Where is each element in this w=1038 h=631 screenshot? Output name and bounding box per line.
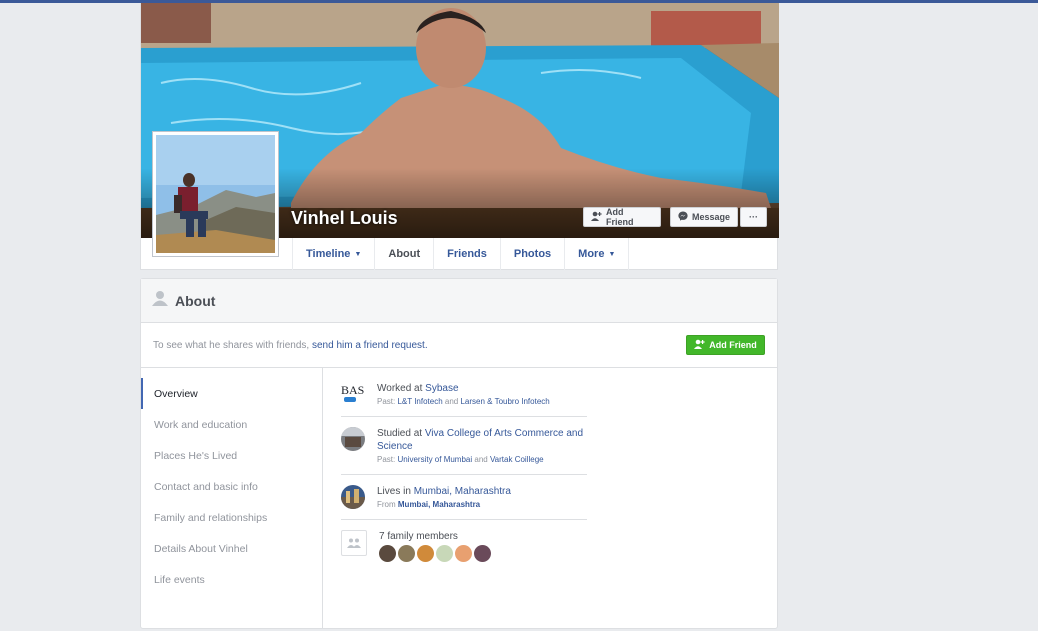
family-entry: 7 family members — [341, 530, 587, 572]
messenger-icon — [678, 211, 688, 223]
friend-request-notice: To see what he shares with friends, send… — [141, 323, 777, 368]
message-button[interactable]: Message — [670, 207, 738, 227]
tab-about[interactable]: About — [374, 238, 433, 270]
notice-text: To see what he shares with friends, send… — [153, 340, 428, 351]
family-avatars — [379, 545, 491, 562]
add-friend-label: Add Friend — [606, 207, 634, 227]
lives-prefix: Lives in — [377, 486, 414, 497]
about-title: About — [175, 292, 216, 309]
lives-entry: Lives in Mumbai, Maharashtra From Mumbai… — [341, 485, 587, 520]
family-count: 7 family members — [379, 531, 458, 542]
tab-label: Photos — [513, 248, 552, 260]
sidebar-item-work-education[interactable]: Work and education — [141, 409, 322, 440]
family-icon — [341, 530, 367, 556]
sidebar-item-details[interactable]: Details About Vinhel — [141, 533, 322, 564]
current-city-link[interactable]: Mumbai, Maharashtra — [414, 486, 511, 497]
past-work-link-2[interactable]: Larsen & Toubro Infotech — [460, 397, 549, 406]
person-icon — [152, 290, 168, 311]
add-friend-button-green[interactable]: Add Friend — [686, 335, 765, 355]
tab-label: About — [388, 248, 421, 260]
work-entry: BAS Worked at Sybase Past: L&T Infotech … — [341, 382, 587, 417]
notice-prefix: To see what he shares with friends, — [153, 339, 312, 351]
past-work-link-1[interactable]: L&T Infotech — [397, 397, 442, 406]
tab-more[interactable]: More ▼ — [564, 238, 630, 270]
profile-header: Vinhel Louis Add Friend Message ··· Time… — [140, 3, 779, 270]
avatar[interactable] — [379, 545, 396, 562]
tab-label: Timeline — [306, 248, 351, 260]
from-label: From — [377, 500, 398, 509]
add-friend-button[interactable]: Add Friend — [583, 207, 661, 227]
past-label: Past: — [377, 397, 398, 406]
work-company-link[interactable]: Sybase — [425, 383, 458, 394]
about-sidebar: Overview Work and education Places He's … — [141, 368, 323, 628]
tab-friends[interactable]: Friends — [433, 238, 500, 270]
past-label: Past: — [377, 455, 398, 464]
work-prefix: Worked at — [377, 383, 426, 394]
education-prefix: Studied at — [377, 428, 425, 439]
add-friend-label: Add Friend — [709, 340, 757, 350]
hometown-link[interactable]: Mumbai, Maharashtra — [398, 500, 480, 509]
sidebar-item-overview[interactable]: Overview — [141, 378, 322, 409]
avatar[interactable] — [417, 545, 434, 562]
company-logo-text: BAS — [341, 383, 364, 397]
profile-picture[interactable] — [152, 131, 279, 257]
avatar[interactable] — [455, 545, 472, 562]
avatar[interactable] — [474, 545, 491, 562]
profile-tabs: Timeline ▼ About Friends Photos More ▼ — [292, 238, 630, 270]
more-options-label: ··· — [749, 212, 758, 222]
add-friend-icon — [591, 211, 602, 223]
about-header: About — [141, 279, 777, 323]
tab-label: More — [578, 248, 605, 260]
city-photo[interactable] — [341, 485, 365, 509]
school-photo[interactable] — [341, 427, 365, 451]
sidebar-item-family-relationships[interactable]: Family and relationships — [141, 502, 322, 533]
profile-name: Vinhel Louis — [291, 208, 398, 228]
sidebar-item-contact-info[interactable]: Contact and basic info — [141, 471, 322, 502]
about-section: About To see what he shares with friends… — [140, 278, 778, 629]
tab-timeline[interactable]: Timeline ▼ — [292, 238, 374, 270]
sidebar-item-places-lived[interactable]: Places He's Lived — [141, 440, 322, 471]
message-label: Message — [692, 212, 731, 222]
send-friend-request-link[interactable]: send him a friend request. — [312, 340, 428, 351]
avatar[interactable] — [436, 545, 453, 562]
and-text: and — [442, 397, 461, 406]
avatar[interactable] — [398, 545, 415, 562]
tab-label: Friends — [447, 248, 487, 260]
and-text: and — [472, 455, 490, 464]
past-school-link-2[interactable]: Vartak Coillege — [490, 455, 544, 464]
overview-content: BAS Worked at Sybase Past: L&T Infotech … — [323, 368, 777, 628]
company-logo[interactable]: BAS — [341, 382, 365, 406]
past-school-link-1[interactable]: University of Mumbai — [397, 455, 472, 464]
education-entry: Studied at Viva College of Arts Commerce… — [341, 427, 587, 475]
more-options-button[interactable]: ··· — [740, 207, 767, 227]
caret-down-icon: ▼ — [354, 250, 362, 258]
sidebar-item-life-events[interactable]: Life events — [141, 564, 322, 595]
add-friend-icon — [694, 339, 705, 351]
tab-photos[interactable]: Photos — [499, 238, 564, 270]
caret-down-icon: ▼ — [608, 250, 616, 258]
